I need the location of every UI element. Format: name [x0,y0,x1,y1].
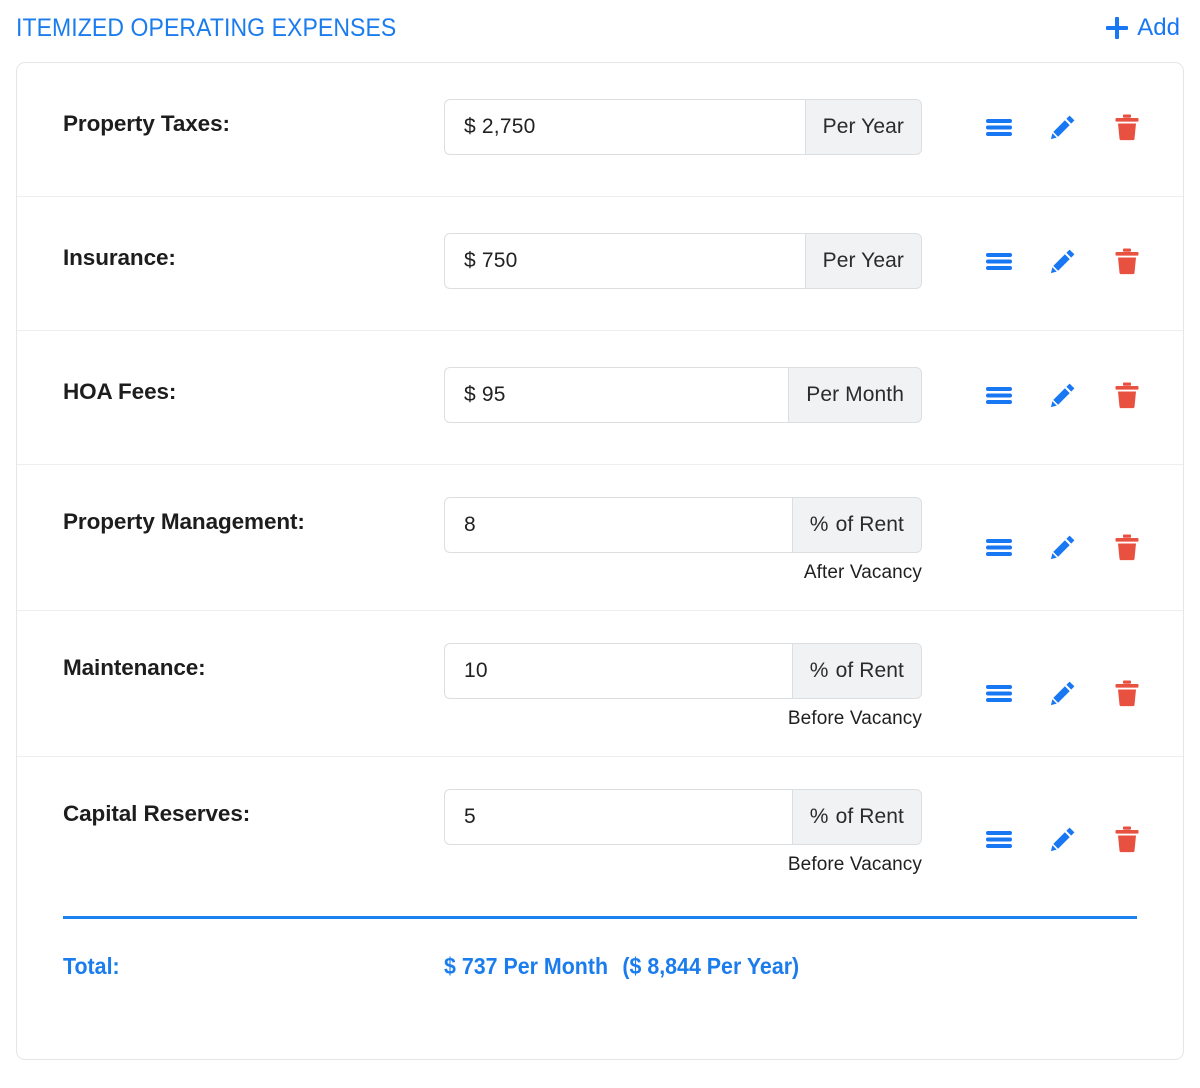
expense-amount-input[interactable]: $ 750 [444,233,805,289]
expense-unit-suffix[interactable]: Per Year [805,233,922,289]
table-row: Insurance: $ 750 Per Year [17,197,1183,331]
expense-unit-label: Per Year [823,249,904,273]
total-label: Total: [63,953,417,980]
row-actions [922,63,1183,141]
expense-note: Before Vacancy [444,854,922,876]
expense-label: Insurance: [63,197,444,271]
expense-note: Before Vacancy [444,708,922,730]
trash-icon[interactable] [1113,825,1141,853]
expense-field-wrap: 5 % of Rent Before Vacancy [444,757,922,876]
table-row: Property Taxes: $ 2,750 Per Year [17,63,1183,197]
percent-symbol: % [810,659,829,683]
expense-unit-label: of Rent [836,659,904,683]
percent-symbol: % [810,805,829,829]
expense-unit-label: of Rent [836,805,904,829]
trash-icon[interactable] [1113,533,1141,561]
total-row: Total: $ 737 Per Month ($ 8,844 Per Year… [17,953,1183,980]
pencil-icon[interactable] [1049,381,1077,409]
expense-input-group: 10 % of Rent [444,643,922,699]
expense-amount-input[interactable]: $ 2,750 [444,99,805,155]
expense-amount-input[interactable]: 5 [444,789,792,845]
hamburger-icon[interactable] [985,247,1013,275]
hamburger-icon[interactable] [985,381,1013,409]
total-yearly: ($ 8,844 Per Year) [622,953,799,979]
row-actions [922,465,1183,561]
expense-input-group: $ 750 Per Year [444,233,922,289]
expense-note: After Vacancy [444,562,922,584]
expense-input-group: $ 2,750 Per Year [444,99,922,155]
expense-label: Maintenance: [63,611,444,681]
row-actions [922,331,1183,409]
trash-icon[interactable] [1113,679,1141,707]
percent-symbol: % [810,513,829,537]
itemized-operating-expenses-page: ITEMIZED OPERATING EXPENSES Add Property… [0,0,1200,1088]
table-row: Capital Reserves: 5 % of Rent Before Vac… [17,757,1183,903]
expense-label: Property Management: [63,465,444,535]
expense-label: Property Taxes: [63,63,444,137]
total-divider [63,916,1137,919]
expense-field-wrap: $ 750 Per Year [444,197,922,289]
expense-amount-input[interactable]: 8 [444,497,792,553]
expense-amount-input[interactable]: 10 [444,643,792,699]
expense-unit-label: of Rent [836,513,904,537]
total-value: $ 737 Per Month ($ 8,844 Per Year) [444,953,799,980]
row-actions [922,757,1183,853]
row-actions [922,197,1183,275]
total-monthly: $ 737 Per Month [444,953,608,979]
pencil-icon[interactable] [1049,113,1077,141]
trash-icon[interactable] [1113,381,1141,409]
expense-field-wrap: 10 % of Rent Before Vacancy [444,611,922,730]
pencil-icon[interactable] [1049,247,1077,275]
table-row: HOA Fees: $ 95 Per Month [17,331,1183,465]
expense-unit-suffix[interactable]: % of Rent [792,789,922,845]
trash-icon[interactable] [1113,113,1141,141]
expense-unit-suffix[interactable]: % of Rent [792,643,922,699]
expense-field-wrap: $ 2,750 Per Year [444,63,922,155]
expense-amount-input[interactable]: $ 95 [444,367,788,423]
expense-field-wrap: $ 95 Per Month [444,331,922,423]
expense-field-wrap: 8 % of Rent After Vacancy [444,465,922,584]
expense-unit-suffix[interactable]: Per Year [805,99,922,155]
expense-label: Capital Reserves: [63,757,444,827]
expense-input-group: $ 95 Per Month [444,367,922,423]
add-expense-button[interactable]: Add [1106,16,1184,40]
plus-icon [1106,17,1128,39]
expense-label: HOA Fees: [63,331,444,405]
expense-unit-suffix[interactable]: % of Rent [792,497,922,553]
expense-unit-label: Per Month [806,383,904,407]
hamburger-icon[interactable] [985,679,1013,707]
row-actions [922,611,1183,707]
hamburger-icon[interactable] [985,825,1013,853]
pencil-icon[interactable] [1049,679,1077,707]
pencil-icon[interactable] [1049,533,1077,561]
table-row: Property Management: 8 % of Rent After V… [17,465,1183,611]
section-header: ITEMIZED OPERATING EXPENSES Add [0,0,1200,56]
hamburger-icon[interactable] [985,533,1013,561]
expense-input-group: 5 % of Rent [444,789,922,845]
add-button-label: Add [1137,16,1180,40]
expenses-list: Property Taxes: $ 2,750 Per Year [17,63,1183,903]
hamburger-icon[interactable] [985,113,1013,141]
pencil-icon[interactable] [1049,825,1077,853]
expense-input-group: 8 % of Rent [444,497,922,553]
page-title: ITEMIZED OPERATING EXPENSES [16,14,396,43]
table-row: Maintenance: 10 % of Rent Before Vacancy [17,611,1183,757]
expense-unit-suffix[interactable]: Per Month [788,367,922,423]
expense-unit-label: Per Year [823,115,904,139]
expenses-card: Property Taxes: $ 2,750 Per Year [16,62,1184,1060]
trash-icon[interactable] [1113,247,1141,275]
